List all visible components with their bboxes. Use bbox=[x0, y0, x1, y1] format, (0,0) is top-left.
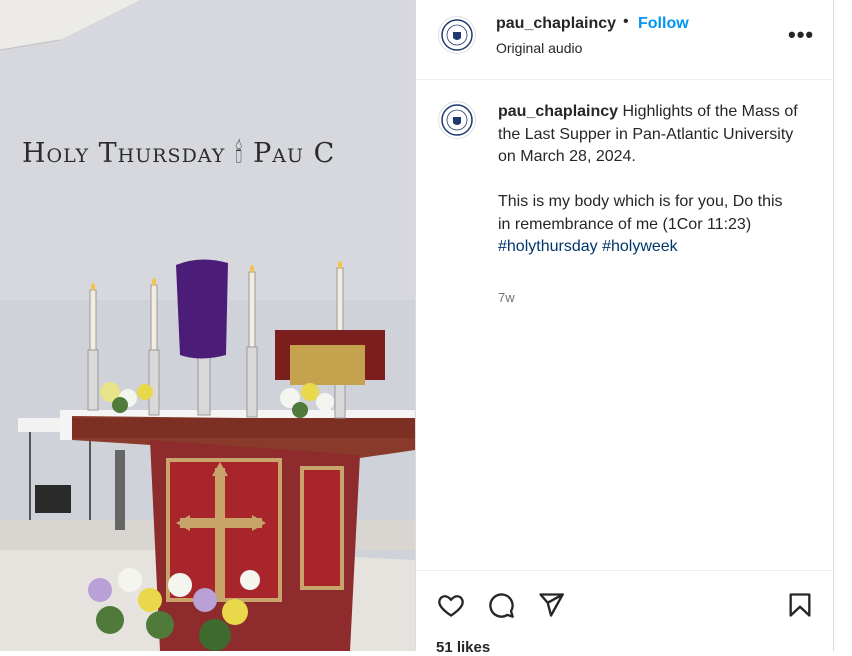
follow-button[interactable]: Follow bbox=[638, 15, 689, 33]
caption-line-2: This is my body which is for you, Do thi… bbox=[498, 193, 783, 233]
action-bar: 51 likes bbox=[416, 570, 834, 656]
bookmark-icon[interactable] bbox=[786, 591, 814, 619]
post-media[interactable]: Holy Thursday 🕯 Pau C bbox=[0, 0, 415, 651]
chaplaincy-logo-icon bbox=[441, 104, 473, 136]
likes-count[interactable]: 51 likes bbox=[436, 639, 490, 656]
caption-avatar[interactable] bbox=[438, 101, 476, 139]
video-overlay-text: Holy Thursday 🕯 Pau C bbox=[22, 138, 336, 169]
separator-dot: • bbox=[623, 13, 629, 30]
post-time[interactable]: 7w bbox=[498, 290, 515, 305]
window-edge bbox=[833, 0, 852, 651]
username-link[interactable]: pau_chaplaincy bbox=[496, 15, 616, 33]
altar-scene-image bbox=[0, 0, 415, 651]
more-options-icon[interactable]: ••• bbox=[788, 22, 814, 48]
audio-label[interactable]: Original audio bbox=[496, 40, 582, 56]
avatar[interactable] bbox=[438, 16, 476, 54]
comment-bubble-icon[interactable] bbox=[486, 591, 516, 619]
chaplaincy-logo-icon bbox=[441, 19, 473, 51]
hashtags[interactable]: #holythursday #holyweek bbox=[498, 238, 678, 255]
post-details-panel: pau_chaplaincy • Follow Original audio •… bbox=[415, 0, 834, 656]
heart-icon[interactable] bbox=[436, 591, 466, 619]
caption-text: pau_chaplaincy Highlights of the Mass of… bbox=[498, 101, 798, 259]
paper-plane-icon[interactable] bbox=[536, 591, 566, 619]
post-header: pau_chaplaincy • Follow Original audio •… bbox=[416, 0, 834, 80]
caption-username[interactable]: pau_chaplaincy bbox=[498, 103, 618, 120]
